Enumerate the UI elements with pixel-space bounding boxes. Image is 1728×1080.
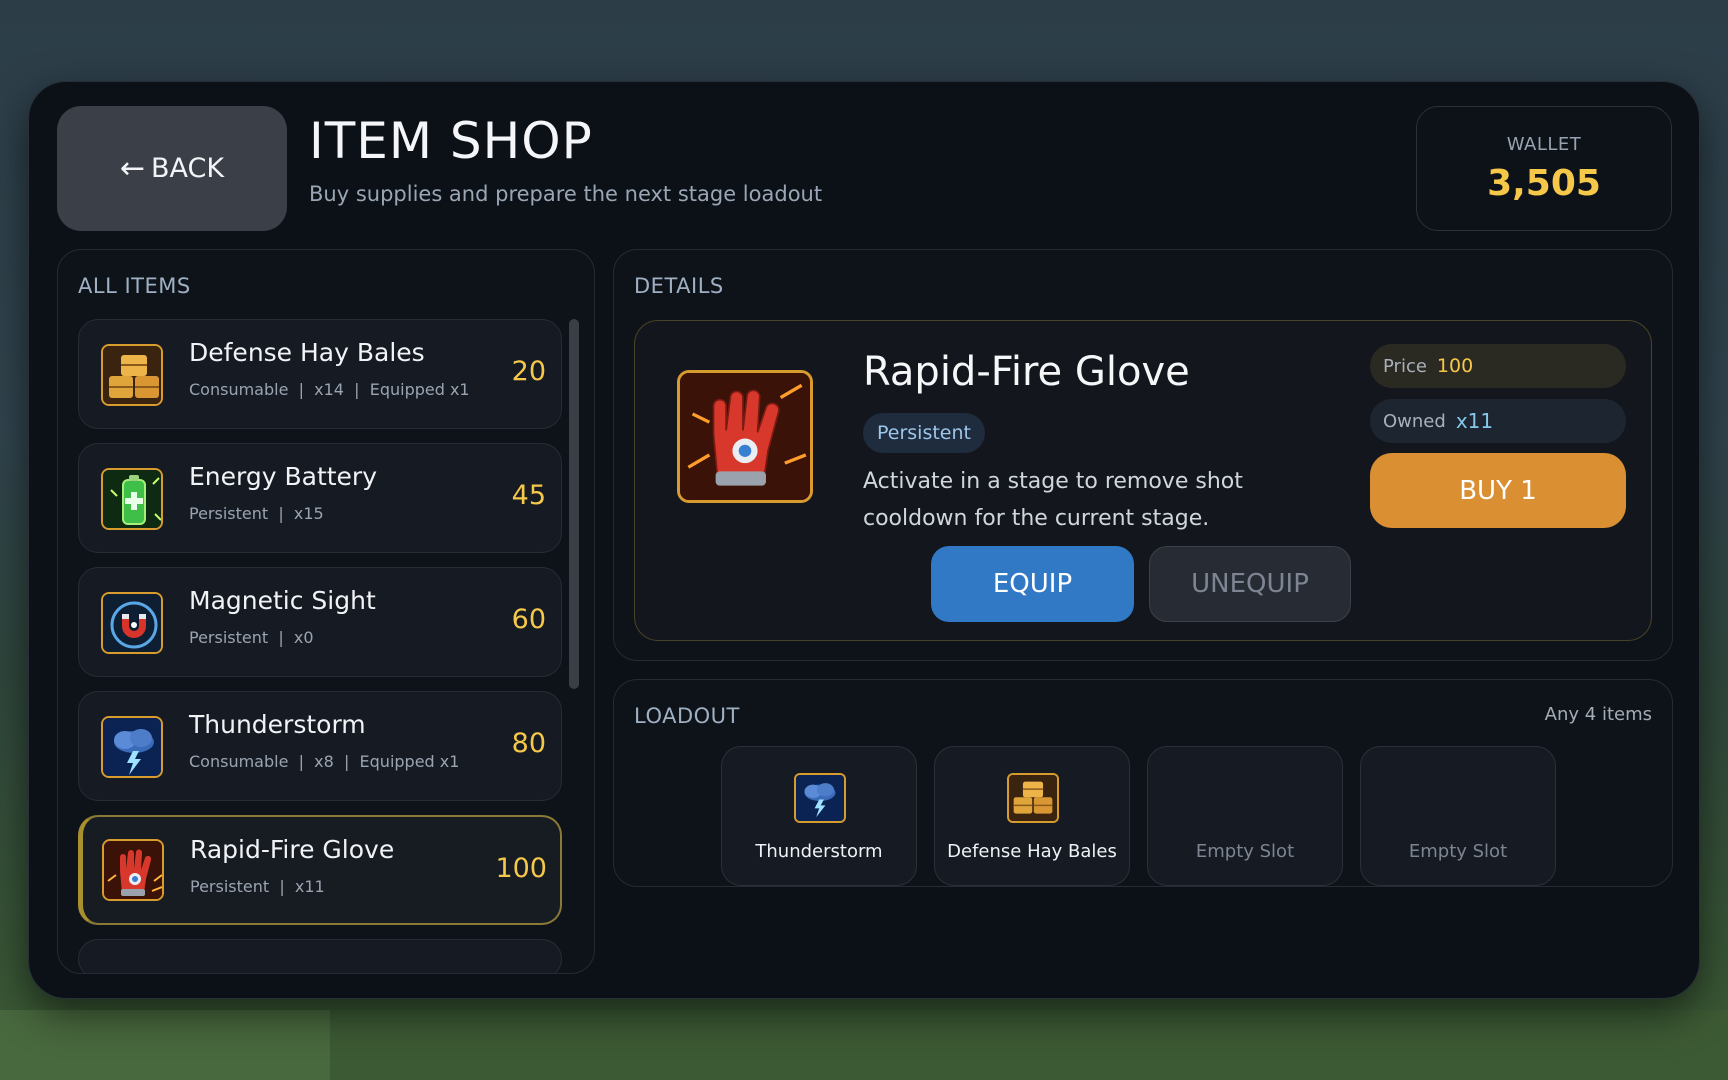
item-name: Rapid-Fire Glove: [190, 835, 395, 864]
item-type-tag: Persistent: [863, 413, 985, 453]
loadout-slot-empty[interactable]: Empty Slot: [1147, 746, 1343, 886]
item-price: 100: [495, 853, 547, 884]
background-grass: [0, 1010, 330, 1080]
item-meta: Consumable | x14 | Equipped x1: [189, 380, 470, 399]
details-panel: DETAILS Rapid-Fire Glove Persistent Acti…: [613, 249, 1673, 661]
owned-pill: Owned x11: [1370, 399, 1626, 443]
all-items-panel: ALL ITEMS Defense Hay Bales Consumable |…: [57, 249, 595, 974]
list-scrollbar[interactable]: [569, 319, 579, 689]
glove-icon: [102, 839, 164, 901]
wallet-box: WALLET 3,505: [1416, 106, 1672, 231]
item-description: Activate in a stage to remove shot coold…: [863, 469, 1243, 531]
thunderstorm-icon: [101, 716, 163, 778]
item-price: 20: [511, 356, 546, 387]
background-field: [330, 1010, 1728, 1080]
back-label: BACK: [151, 153, 225, 184]
item-meta: Persistent | x15: [189, 504, 324, 523]
hay-bales-icon: [1007, 773, 1059, 823]
owned-label: Owned: [1383, 410, 1446, 432]
detail-item-name: Rapid-Fire Glove: [863, 349, 1190, 395]
owned-value: x11: [1455, 409, 1494, 433]
list-item[interactable]: Energy Battery Persistent | x15 45: [78, 443, 562, 553]
slot-label: Defense Hay Bales: [947, 841, 1117, 862]
slot-label: Thunderstorm: [755, 841, 883, 862]
details-heading: DETAILS: [634, 274, 724, 298]
arrow-left-icon: ←: [119, 151, 146, 186]
list-item[interactable]: [78, 939, 562, 973]
price-pill: Price 100: [1370, 344, 1626, 388]
detail-card: Rapid-Fire Glove Persistent Activate in …: [634, 320, 1652, 641]
back-button[interactable]: ← BACK: [57, 106, 287, 231]
price-label: Price: [1383, 355, 1427, 377]
list-item[interactable]: Magnetic Sight Persistent | x0 60: [78, 567, 562, 677]
item-price: 45: [511, 480, 546, 511]
hay-bales-icon: [101, 344, 163, 406]
equip-button[interactable]: EQUIP: [931, 546, 1134, 622]
item-meta: Persistent | x11: [190, 877, 325, 896]
item-name: Defense Hay Bales: [189, 338, 425, 367]
item-list[interactable]: Defense Hay Bales Consumable | x14 | Equ…: [78, 319, 562, 973]
wallet-value: 3,505: [1487, 162, 1601, 204]
item-name: Magnetic Sight: [189, 586, 376, 615]
loadout-hint: Any 4 items: [1544, 704, 1652, 725]
slot-label: Empty Slot: [1195, 841, 1295, 862]
shop-panel: ← BACK ITEM SHOP Buy supplies and prepar…: [28, 81, 1700, 999]
glove-icon: [677, 370, 813, 503]
battery-icon: [101, 468, 163, 530]
list-item[interactable]: Defense Hay Bales Consumable | x14 | Equ…: [78, 319, 562, 429]
loadout-heading: LOADOUT: [634, 704, 740, 728]
thunderstorm-icon: [794, 773, 846, 823]
slot-label: Empty Slot: [1408, 841, 1508, 862]
page-title: ITEM SHOP: [309, 112, 593, 170]
loadout-slot[interactable]: Defense Hay Bales: [934, 746, 1130, 886]
magnet-icon: [101, 592, 163, 654]
loadout-slot[interactable]: Thunderstorm: [721, 746, 917, 886]
item-name: Energy Battery: [189, 462, 378, 491]
item-meta: Consumable | x8 | Equipped x1: [189, 752, 460, 771]
item-name: Thunderstorm: [189, 710, 366, 739]
page-subtitle: Buy supplies and prepare the next stage …: [309, 182, 823, 206]
item-price: 60: [511, 604, 546, 635]
item-meta: Persistent | x0: [189, 628, 314, 647]
all-items-heading: ALL ITEMS: [78, 274, 191, 298]
unequip-button[interactable]: UNEQUIP: [1149, 546, 1351, 622]
price-value: 100: [1436, 355, 1474, 377]
item-price: 80: [511, 728, 546, 759]
loadout-slot-empty[interactable]: Empty Slot: [1360, 746, 1556, 886]
buy-button[interactable]: BUY 1: [1370, 453, 1626, 528]
wallet-label: WALLET: [1506, 133, 1582, 155]
list-item-selected[interactable]: Rapid-Fire Glove Persistent | x11 100: [78, 815, 562, 925]
list-item[interactable]: Thunderstorm Consumable | x8 | Equipped …: [78, 691, 562, 801]
loadout-panel: LOADOUT Any 4 items Thunderstorm Defense…: [613, 679, 1673, 887]
